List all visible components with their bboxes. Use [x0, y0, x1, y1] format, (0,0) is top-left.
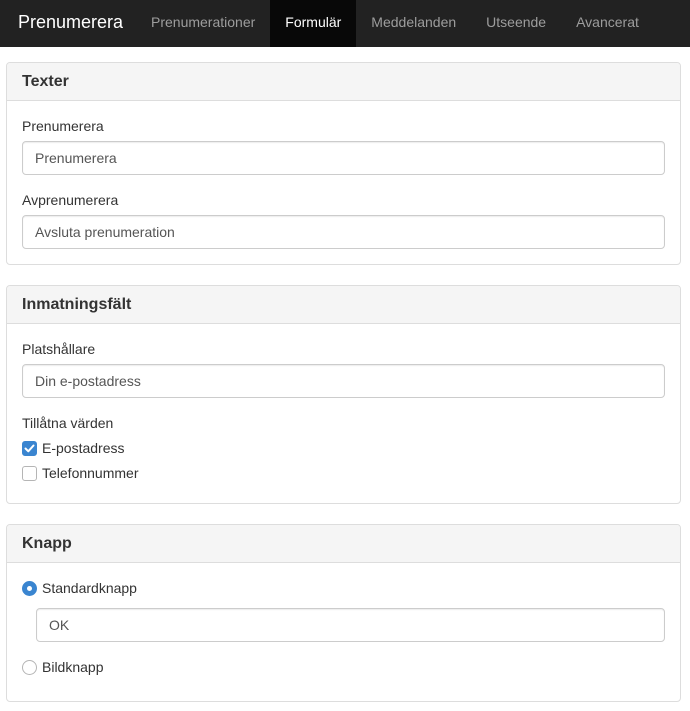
- subscribe-text-input[interactable]: [22, 141, 665, 175]
- allowed-values-label: Tillåtna värden: [22, 415, 114, 431]
- nav-tab-meddelanden[interactable]: Meddelanden: [356, 0, 471, 47]
- input-field-panel-heading: Inmatningsfält: [7, 286, 680, 324]
- placeholder-text-input[interactable]: [22, 364, 665, 398]
- email-option[interactable]: E-postadress: [22, 439, 124, 457]
- texts-panel-heading: Texter: [7, 63, 680, 101]
- texts-panel: Texter Prenumerera Avprenumerera: [6, 62, 681, 265]
- image-button-option[interactable]: Bildknapp: [22, 658, 104, 676]
- email-checkbox[interactable]: [22, 440, 37, 456]
- button-text-input[interactable]: [36, 608, 665, 642]
- nav-tab-utseende[interactable]: Utseende: [471, 0, 561, 47]
- image-button-label: Bildknapp: [42, 659, 104, 675]
- unsubscribe-label: Avprenumerera: [22, 192, 119, 208]
- placeholder-label: Platshållare: [22, 341, 96, 357]
- input-field-panel: Inmatningsfält Platshållare Tillåtna vär…: [6, 285, 681, 504]
- email-option-label: E-postadress: [42, 440, 125, 456]
- top-navbar: Prenumerera Prenumerationer Formulär Med…: [0, 0, 690, 47]
- checkmark-icon: [24, 444, 35, 452]
- image-button-radio[interactable]: [22, 659, 37, 675]
- nav-tab-formular[interactable]: Formulär: [270, 0, 357, 47]
- button-panel-heading: Knapp: [7, 525, 680, 563]
- nav-tab-prenumerationer[interactable]: Prenumerationer: [136, 0, 270, 47]
- phone-option-label: Telefonnummer: [42, 465, 139, 481]
- standard-button-radio[interactable]: [22, 580, 37, 596]
- nav-tab-avancerat[interactable]: Avancerat: [561, 0, 654, 47]
- unsubscribe-text-input[interactable]: [22, 215, 665, 249]
- button-panel: Knapp Standardknapp Bildknapp: [6, 524, 681, 702]
- subscribe-label: Prenumerera: [22, 118, 104, 134]
- phone-option[interactable]: Telefonnummer: [22, 464, 139, 482]
- standard-button-option[interactable]: Standardknapp: [22, 579, 137, 597]
- phone-checkbox[interactable]: [22, 465, 37, 481]
- standard-button-label: Standardknapp: [42, 580, 137, 596]
- navbar-brand[interactable]: Prenumerera: [0, 0, 136, 47]
